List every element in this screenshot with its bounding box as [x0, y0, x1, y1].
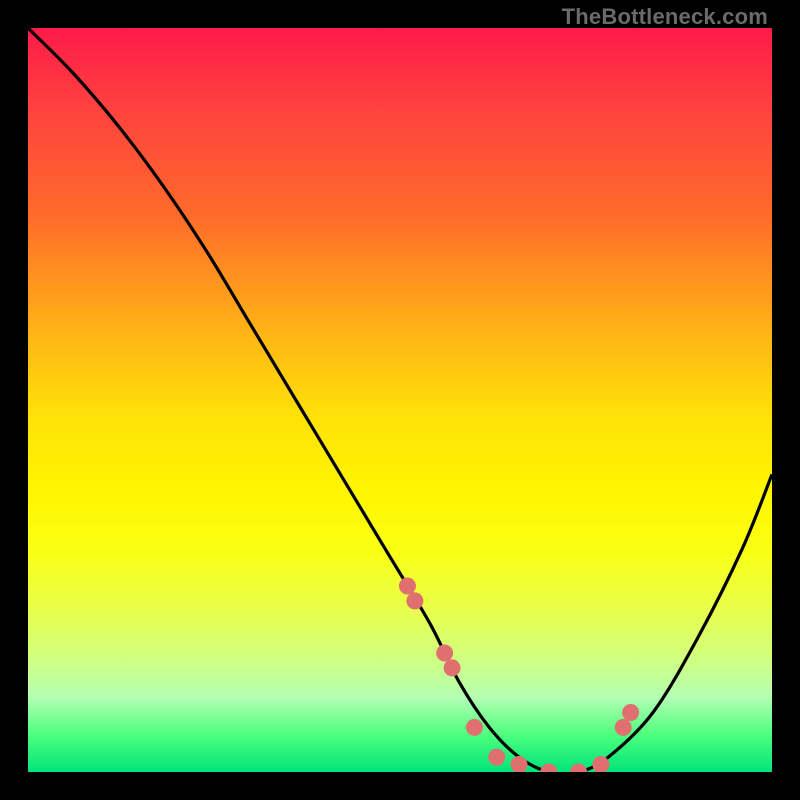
- marker-point: [511, 756, 528, 772]
- marker-point: [466, 719, 483, 736]
- plot-area: [28, 28, 772, 772]
- marker-point: [570, 764, 587, 773]
- marker-point: [540, 764, 557, 773]
- marker-point: [406, 592, 423, 609]
- marker-point: [436, 644, 453, 661]
- marker-point: [399, 578, 416, 595]
- chart-frame: TheBottleneck.com: [0, 0, 800, 800]
- highlight-markers: [399, 578, 639, 773]
- curve-svg: [28, 28, 772, 772]
- marker-point: [622, 704, 639, 721]
- bottleneck-curve: [28, 28, 772, 772]
- watermark-label: TheBottleneck.com: [562, 4, 768, 30]
- marker-point: [488, 749, 505, 766]
- marker-point: [444, 659, 461, 676]
- marker-point: [615, 719, 632, 736]
